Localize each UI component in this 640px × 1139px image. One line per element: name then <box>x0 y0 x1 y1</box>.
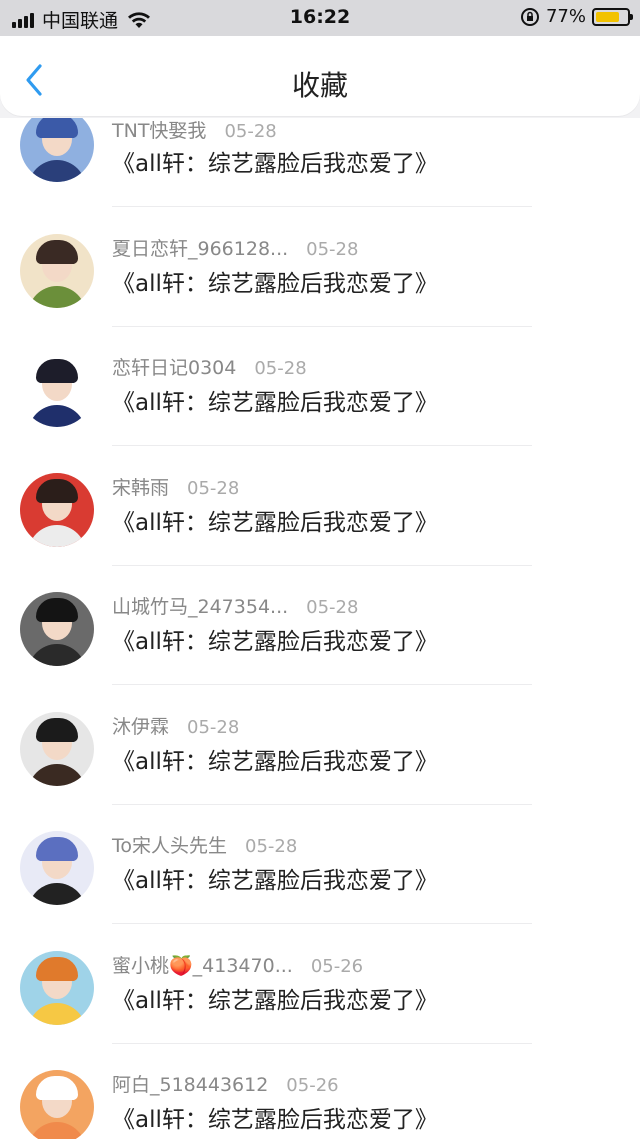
post-date: 05-28 <box>254 358 307 379</box>
article-title[interactable]: 《all轩：综艺露脸后我恋爱了》 <box>112 144 438 178</box>
article-title[interactable]: 《all轩：综艺露脸后我恋爱了》 <box>112 742 438 776</box>
list-item[interactable]: 山城竹马_247354... 05-28 《all轩：综艺露脸后我恋爱了》 <box>0 592 640 712</box>
avatar[interactable] <box>20 592 94 666</box>
avatar[interactable] <box>20 233 94 308</box>
nav-bar: 收藏 <box>0 36 640 116</box>
list-item[interactable]: 阿白_518443612 05-26 《all轩：综艺露脸后我恋爱了》 <box>0 1070 640 1139</box>
divider <box>112 325 532 327</box>
post-date: 05-28 <box>224 121 277 142</box>
post-date: 05-28 <box>306 238 359 260</box>
article-title[interactable]: 《all轩：综艺露脸后我恋爱了》 <box>112 264 438 298</box>
post-date: 05-28 <box>245 836 298 857</box>
item-meta: TNT快娶我 05-28 <box>112 118 277 143</box>
post-date: 05-28 <box>187 477 240 499</box>
post-date: 05-26 <box>310 955 364 977</box>
article-title[interactable]: 《all轩：综艺露脸后我恋爱了》 <box>112 503 438 537</box>
item-meta: 山城竹马_247354... 05-28 <box>112 592 358 619</box>
list-item[interactable]: To宋人头先生 05-28 《all轩：综艺露脸后我恋爱了》 <box>0 831 640 951</box>
divider <box>112 684 532 685</box>
divider <box>112 803 532 805</box>
divider <box>112 445 532 446</box>
article-title[interactable]: 《all轩：综艺露脸后我恋爱了》 <box>112 1100 438 1134</box>
divider <box>112 1042 532 1044</box>
item-meta: 恋轩日记0304 05-28 <box>112 353 307 380</box>
avatar[interactable] <box>20 711 94 786</box>
author-name[interactable]: 宋韩雨 <box>112 477 169 499</box>
divider <box>112 923 532 924</box>
status-bar: 中国联通 16:22 77% <box>0 0 640 36</box>
avatar[interactable] <box>20 472 94 547</box>
avatar[interactable] <box>20 118 94 182</box>
divider <box>112 564 532 566</box>
post-date: 05-26 <box>286 1075 339 1096</box>
list-item[interactable]: TNT快娶我 05-28 《all轩：综艺露脸后我恋爱了》 <box>0 118 640 234</box>
page-title: 收藏 <box>291 69 348 102</box>
author-name[interactable]: 沐伊霖 <box>112 716 169 738</box>
status-right: 77% <box>520 6 633 27</box>
item-meta: 沐伊霖 05-28 <box>112 712 239 739</box>
article-title[interactable]: 《all轩：综艺露脸后我恋爱了》 <box>112 383 438 417</box>
item-meta: 蜜小桃🍑_413470... 05-26 <box>112 951 363 978</box>
author-name[interactable]: 山城竹马_247354... <box>112 596 288 618</box>
author-name[interactable]: To宋人头先生 <box>112 835 227 857</box>
battery-percent: 77% <box>545 6 586 27</box>
battery-fill <box>596 11 620 22</box>
post-date: 05-28 <box>187 716 240 738</box>
avatar[interactable] <box>20 831 94 905</box>
author-name[interactable]: TNT快娶我 <box>112 120 206 142</box>
author-name[interactable]: 夏日恋轩_966128... <box>112 238 288 260</box>
rotation-lock-icon <box>520 7 539 26</box>
post-date: 05-28 <box>306 597 359 618</box>
list-item[interactable]: 沐伊霖 05-28 《all轩：综艺露脸后我恋爱了》 <box>0 711 640 832</box>
list-item[interactable]: 宋韩雨 05-28 《all轩：综艺露脸后我恋爱了》 <box>0 472 640 593</box>
list-item[interactable]: 蜜小桃🍑_413470... 05-26 《all轩：综艺露脸后我恋爱了》 <box>0 950 640 1071</box>
avatar[interactable] <box>20 353 94 427</box>
author-name[interactable]: 蜜小桃🍑_413470... <box>112 955 293 977</box>
author-name[interactable]: 阿白_518443612 <box>112 1074 268 1096</box>
battery-icon <box>592 7 633 26</box>
item-meta: To宋人头先生 05-28 <box>112 831 297 858</box>
author-name[interactable]: 恋轩日记0304 <box>112 357 236 379</box>
divider <box>112 206 532 207</box>
article-title[interactable]: 《all轩：综艺露脸后我恋爱了》 <box>112 981 438 1015</box>
avatar[interactable] <box>20 1070 94 1139</box>
article-title[interactable]: 《all轩：综艺露脸后我恋爱了》 <box>112 861 438 895</box>
avatar[interactable] <box>20 950 94 1025</box>
list-item[interactable]: 恋轩日记0304 05-28 《all轩：综艺露脸后我恋爱了》 <box>0 353 640 473</box>
item-meta: 阿白_518443612 05-26 <box>112 1070 339 1097</box>
favorites-list: TNT快娶我 05-28 《all轩：综艺露脸后我恋爱了》 夏日恋轩_966128..… <box>0 118 640 1139</box>
item-meta: 夏日恋轩_966128... 05-28 <box>112 234 358 261</box>
list-item[interactable]: 夏日恋轩_966128... 05-28 《all轩：综艺露脸后我恋爱了》 <box>0 233 640 354</box>
article-title[interactable]: 《all轩：综艺露脸后我恋爱了》 <box>112 622 438 656</box>
item-meta: 宋韩雨 05-28 <box>112 473 239 500</box>
